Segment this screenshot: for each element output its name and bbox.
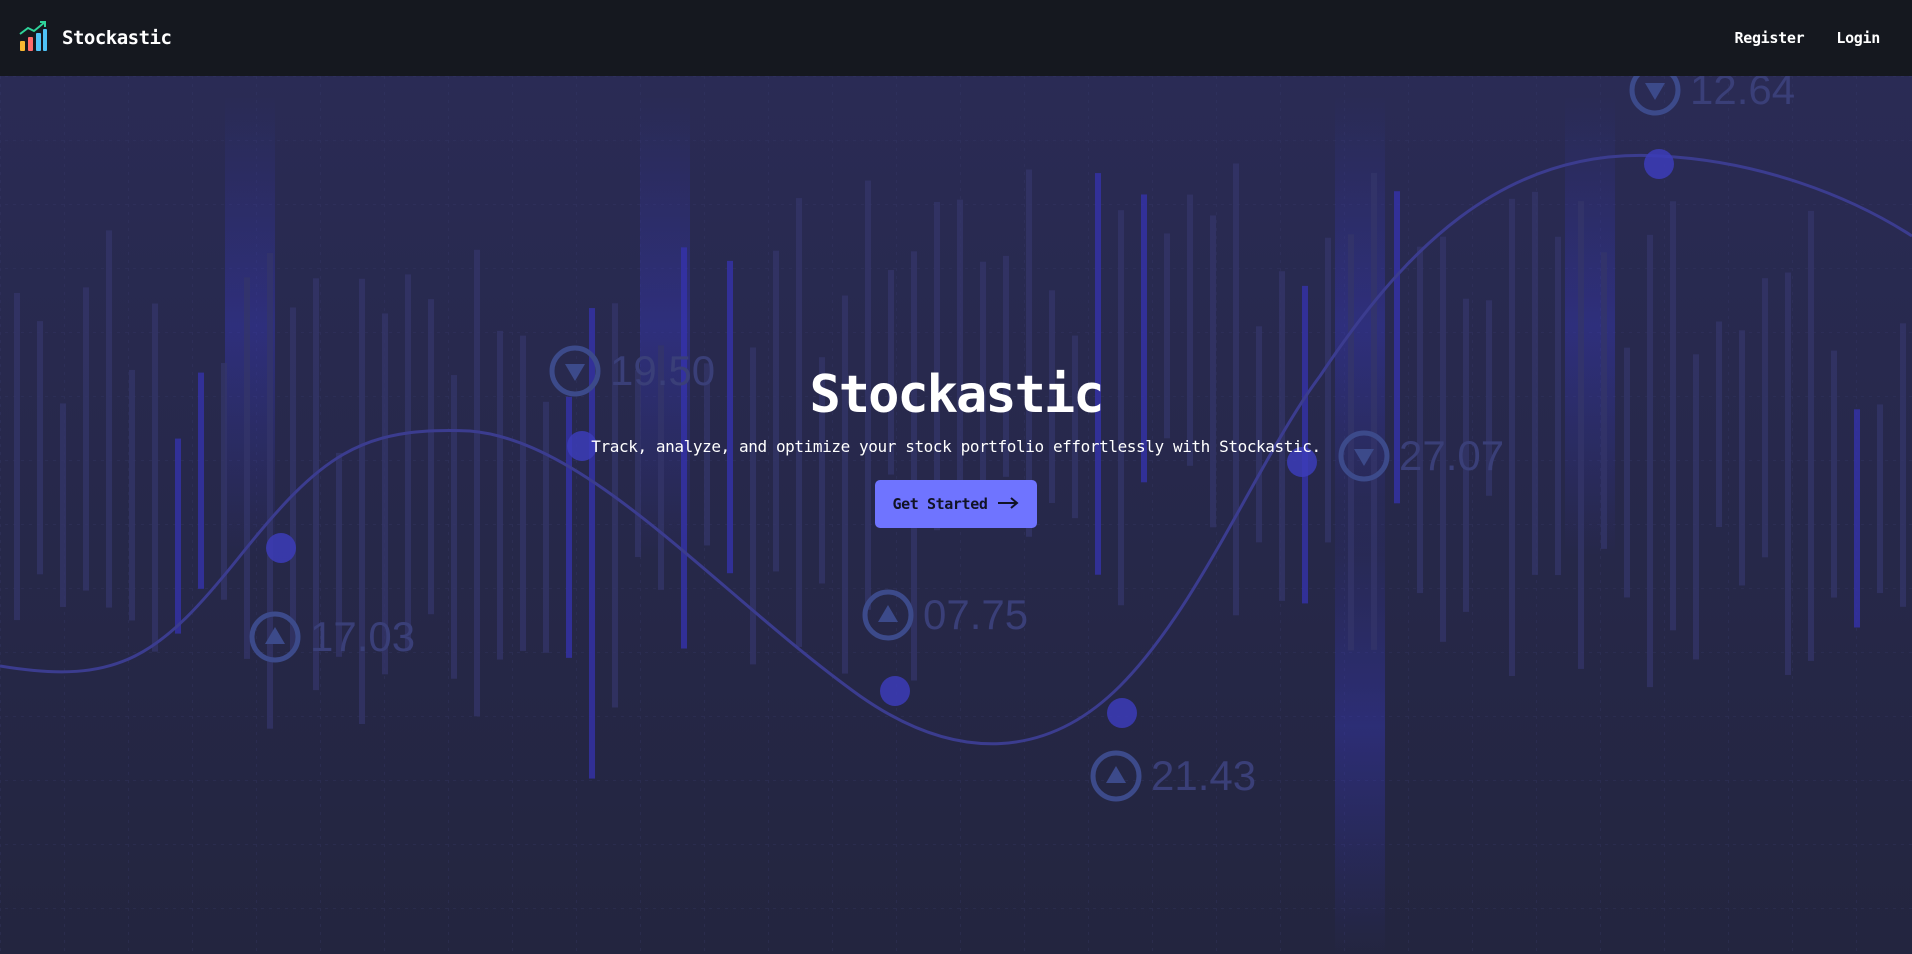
- login-link[interactable]: Login: [1836, 29, 1880, 47]
- brand-name: Stockastic: [62, 27, 172, 49]
- trend-point: [266, 533, 296, 563]
- svg-text:07.75: 07.75: [923, 591, 1028, 638]
- hero-subtitle: Track, analyze, and optimize your stock …: [591, 437, 1321, 456]
- glow-beam: [1335, 496, 1385, 954]
- trend-point: [1107, 698, 1137, 728]
- hero: Stockastic Track, analyze, and optimize …: [0, 365, 1912, 528]
- get-started-button[interactable]: Get Started: [874, 480, 1038, 528]
- navbar: Stockastic Register Login: [0, 0, 1912, 76]
- trend-point: [1644, 149, 1674, 179]
- hero-title: Stockastic: [809, 365, 1104, 425]
- nav-links: Register Login: [1734, 29, 1880, 47]
- svg-text:17.03: 17.03: [310, 613, 415, 660]
- chart-logo-icon: [18, 20, 48, 56]
- trend-point: [880, 676, 910, 706]
- arrow-right-icon: [997, 495, 1020, 513]
- brand[interactable]: Stockastic: [18, 20, 172, 56]
- svg-text:21.43: 21.43: [1151, 752, 1256, 799]
- svg-text:12.64: 12.64: [1690, 76, 1795, 113]
- register-link[interactable]: Register: [1734, 29, 1804, 47]
- get-started-label: Get Started: [892, 495, 988, 513]
